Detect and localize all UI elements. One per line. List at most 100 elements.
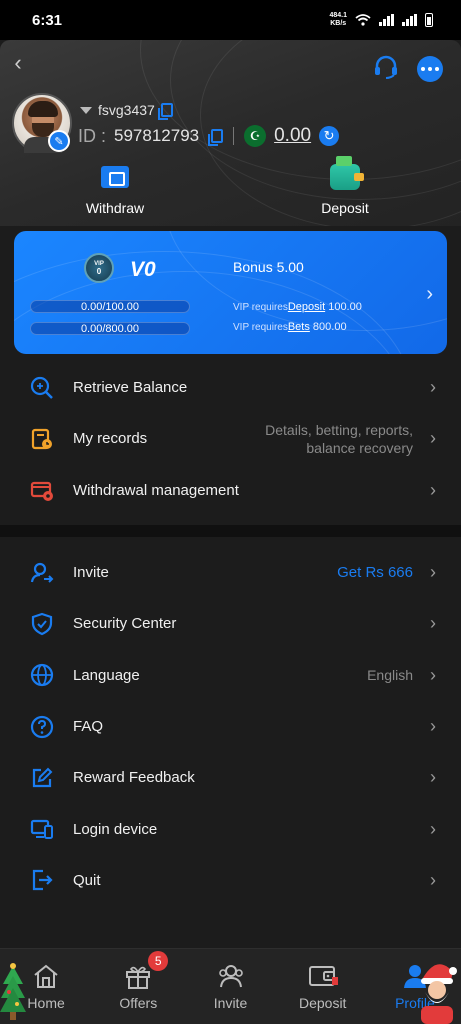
nav-offers[interactable]: 5 Offers: [92, 949, 184, 1024]
vip-level: V0: [130, 258, 156, 281]
net-speed-unit: KB/s: [330, 20, 347, 27]
vip-bonus: Bonus 5.00: [233, 259, 304, 275]
section-divider: [0, 525, 461, 537]
username: fsvg3437: [98, 102, 155, 118]
net-speed: 484.1 KB/s: [329, 12, 347, 28]
battery-icon: [425, 13, 433, 27]
chevron-right-icon: ›: [430, 428, 436, 449]
copy-username-icon[interactable]: [157, 103, 173, 120]
bottom-nav: Home 5 Offers Invite Deposit Profile: [0, 948, 461, 1024]
edit-feedback-icon: [32, 767, 53, 787]
deposit-wallet-icon: [330, 156, 364, 190]
nav-invite[interactable]: Invite: [184, 949, 276, 1024]
copy-id-icon[interactable]: [208, 129, 224, 146]
menu-item-faq[interactable]: FAQ ›: [0, 701, 461, 752]
refresh-balance-icon[interactable]: ↻: [319, 126, 340, 146]
my-records-hint-line: Details, betting, reports,: [265, 421, 413, 438]
id-balance-row: ID : 597812793 ☪ 0.00 ↻: [78, 125, 340, 147]
menu-item-my-records[interactable]: My records Details, betting, reports, ba…: [0, 413, 461, 464]
people-icon: [218, 965, 243, 988]
menu-item-label: Security Center: [73, 615, 177, 633]
vip-badge-icon: VIP 0: [84, 253, 114, 283]
balance-value[interactable]: 0.00: [274, 125, 311, 147]
net-speed-value: 484.1: [329, 12, 347, 19]
menu-item-label: Retrieve Balance: [73, 379, 188, 397]
vip-deposit-requirement: VIP requiresDeposit 100.00: [233, 301, 362, 313]
offers-badge: 5: [148, 951, 169, 971]
pakistan-flag-icon: ☪: [244, 125, 267, 147]
vip-bets-requirement: VIP requiresBets 800.00: [233, 321, 347, 333]
status-time: 6:31: [32, 11, 63, 29]
menu-item-label: Quit: [73, 871, 101, 889]
nav-home-label: Home: [27, 995, 65, 1011]
chevron-right-icon: ›: [430, 562, 436, 583]
chevron-right-icon: ›: [430, 664, 436, 685]
id-label: ID :: [78, 125, 107, 146]
edit-avatar-icon[interactable]: ✎: [48, 130, 70, 152]
gift-icon: [126, 966, 151, 989]
chevron-right-icon: ›: [430, 377, 436, 398]
records-icon: [31, 428, 52, 450]
menu-item-reward-feedback[interactable]: Reward Feedback ›: [0, 752, 461, 803]
nav-deposit-label: Deposit: [298, 995, 347, 1011]
withdraw-label: Withdraw: [85, 200, 145, 216]
menu-item-label: FAQ: [73, 718, 104, 736]
menu-item-withdrawal-management[interactable]: Withdrawal management ›: [0, 465, 461, 516]
menu-item-label: Login device: [73, 820, 158, 838]
withdrawal-management-icon: [30, 482, 53, 502]
signal-icon: [402, 14, 417, 26]
menu-item-language[interactable]: Language English ›: [0, 650, 461, 701]
chevron-right-icon: ›: [430, 767, 436, 788]
menu-item-label: My records: [73, 430, 148, 448]
vip-req-prefix: VIP requires: [233, 322, 288, 333]
wallet-icon: [308, 966, 338, 986]
vip-deposit-link[interactable]: Deposit: [288, 301, 325, 313]
menu-item-label: Withdrawal management: [73, 481, 239, 499]
signal-icon: [379, 14, 394, 26]
deposit-progress-bar: 0.00/100.00: [30, 300, 190, 313]
chevron-right-icon: ›: [426, 283, 433, 305]
current-language: English: [367, 667, 413, 684]
withdraw-icon: [101, 166, 129, 188]
christmas-tree-icon: [0, 963, 26, 1020]
vip-req-prefix: VIP requires: [233, 302, 288, 313]
devices-icon: [30, 820, 53, 840]
chevron-right-icon: ›: [430, 479, 436, 500]
vip-badge-number: 0: [96, 267, 102, 276]
user-id: 597812793: [114, 126, 200, 145]
back-button[interactable]: ‹: [8, 50, 28, 76]
menu-item-label: Language: [73, 666, 140, 684]
menu-item-security-center[interactable]: Security Center ›: [0, 598, 461, 649]
retrieve-balance-icon: [30, 376, 53, 399]
chat-icon[interactable]: [417, 56, 443, 82]
home-icon: [34, 964, 58, 988]
chevron-right-icon: ›: [430, 818, 436, 839]
menu-item-login-device[interactable]: Login device ›: [0, 803, 461, 854]
account-menu: Retrieve Balance › My records Details, b…: [0, 362, 461, 516]
withdraw-button[interactable]: Withdraw: [65, 160, 165, 216]
nav-invite-label: Invite: [213, 995, 248, 1011]
vip-bets-value: 800.00: [312, 321, 347, 333]
my-records-hint-line: balance recovery: [306, 439, 413, 456]
deposit-label: Deposit: [321, 200, 369, 216]
invite-icon: [30, 562, 54, 583]
vip-card[interactable]: VIP 0 V0 Bonus 5.00 0.00/100.00 0.00/800…: [14, 231, 447, 354]
shield-icon: [31, 612, 53, 636]
menu-item-invite[interactable]: Invite Get Rs 666 ›: [0, 547, 461, 598]
nav-deposit[interactable]: Deposit: [277, 949, 369, 1024]
logout-icon: [32, 870, 53, 891]
customer-service-icon[interactable]: [373, 54, 399, 80]
menu-item-quit[interactable]: Quit ›: [0, 855, 461, 906]
menu-item-label: Reward Feedback: [73, 769, 195, 787]
chevron-right-icon: ›: [430, 613, 436, 634]
help-icon: [30, 715, 54, 738]
santa-icon: [421, 964, 457, 1024]
my-records-hint: Details, betting, reports, balance recov…: [265, 421, 413, 457]
vip-bets-link[interactable]: Bets: [288, 321, 310, 333]
deposit-button[interactable]: Deposit: [295, 156, 395, 216]
profile-page: { "status_bar": { "time": "6:31", "net_s…: [0, 0, 461, 1024]
menu-item-retrieve-balance[interactable]: Retrieve Balance ›: [0, 362, 461, 413]
menu-item-label: Invite: [73, 564, 109, 582]
username-row: fsvg3437: [80, 102, 173, 120]
status-bar: 6:31 484.1 KB/s: [0, 0, 461, 40]
